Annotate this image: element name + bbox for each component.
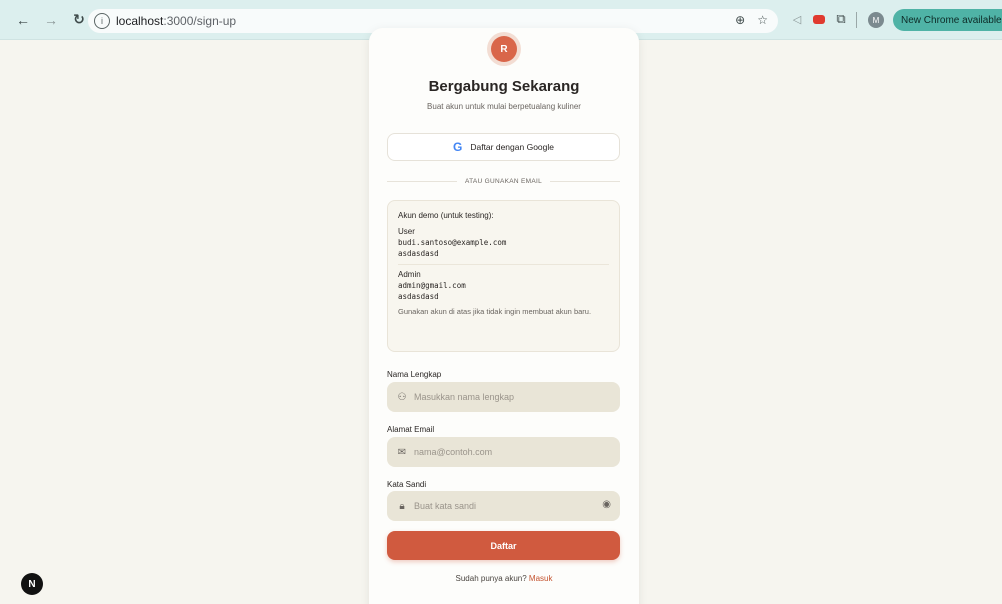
demo-admin-role: Admin [398,270,421,279]
google-icon: G [453,140,463,154]
back-icon[interactable]: ← [12,9,34,31]
youtube-extension-icon[interactable] [811,11,827,27]
demo-user-password: asdasdasd [398,249,439,258]
email-label: Alamat Email [387,425,435,434]
signin-prompt-text: Sudah punya akun? [455,574,527,583]
demo-admin-email: admin@gmail.com [398,281,466,290]
toolbar-separator [856,12,857,28]
update-label: New Chrome available [901,14,1002,26]
signup-card: R Bergabung Sekarang Buat akun untuk mul… [369,28,639,604]
demo-user-role: User [398,227,415,236]
extensions-puzzle-icon[interactable]: ⧉ [833,11,849,27]
profile-avatar[interactable]: M [868,12,884,28]
show-password-eye-icon[interactable]: ◉ [602,499,611,510]
google-signup-label: Daftar dengan Google [470,142,554,152]
chrome-update-button[interactable]: New Chrome available⋮ [893,9,1002,31]
signup-submit-button[interactable]: Daftar [387,531,620,560]
bookmark-star-icon[interactable]: ☆ [757,13,768,27]
demo-separator [398,264,609,265]
url-host: localhost [116,14,164,28]
page-title: Bergabung Sekarang [428,78,580,95]
password-label: Kata Sandi [387,480,427,489]
media-control-icon[interactable]: ◁ [789,11,805,27]
url-path: :3000/sign-up [163,14,237,28]
reload-icon[interactable]: ↻ [68,9,90,31]
url-text: localhost:3000/sign-up [116,14,236,28]
name-label: Nama Lengkap [387,370,442,379]
demo-admin-password: asdasdasd [398,292,439,301]
password-input[interactable] [414,501,594,511]
mail-icon: ✉ [397,446,407,458]
nextjs-dev-badge[interactable]: N [21,573,43,595]
name-input[interactable] [414,392,594,402]
name-field[interactable]: ⚇ [387,382,620,412]
site-info-icon[interactable]: i [94,13,110,29]
email-input[interactable] [414,447,594,457]
password-field[interactable]: 🔒︎ ◉ [387,491,620,521]
demo-accounts-box: Akun demo (untuk testing): User budi.san… [387,200,620,352]
lock-icon: 🔒︎ [399,500,405,512]
forward-icon[interactable]: → [40,9,62,31]
page-subtitle: Buat akun untuk mulai berpetualang kulin… [427,102,581,111]
signin-prompt: Sudah punya akun? Masuk [369,574,639,583]
demo-note: Gunakan akun di atas jika tidak ingin me… [398,307,592,316]
demo-user-email: budi.santoso@example.com [398,238,507,247]
signin-link[interactable]: Masuk [529,574,553,583]
google-signup-button[interactable]: G Daftar dengan Google [387,133,620,161]
email-field[interactable]: ✉ [387,437,620,467]
user-icon: ⚇ [397,391,407,403]
or-divider: ATAU GUNAKAN EMAIL [387,176,621,186]
brand-logo: R [491,36,517,62]
divider-text: ATAU GUNAKAN EMAIL [464,177,543,185]
demo-heading: Akun demo (untuk testing): [398,211,494,220]
zoom-icon[interactable]: ⊕ [735,13,745,27]
